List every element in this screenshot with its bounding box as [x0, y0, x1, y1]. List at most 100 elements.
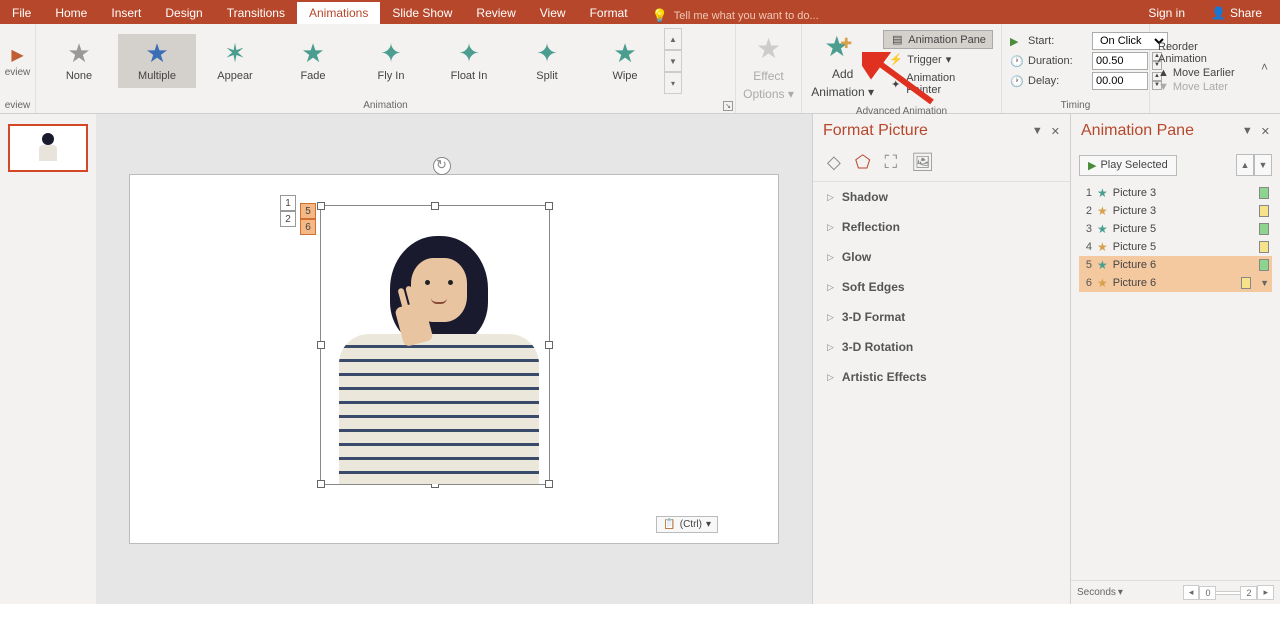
- star-icon: ★: [145, 40, 168, 66]
- panel-options[interactable]: ▼: [1242, 125, 1253, 138]
- picture-icon[interactable]: 🖼: [911, 152, 934, 173]
- star-icon: ✶: [224, 40, 246, 66]
- signin-button[interactable]: Sign in: [1140, 2, 1193, 24]
- delay-icon: 🕐: [1010, 75, 1024, 88]
- preview-button[interactable]: ▶ eview: [0, 45, 36, 78]
- play-selected-button[interactable]: ▶Play Selected: [1079, 155, 1177, 176]
- picture-selection[interactable]: [320, 205, 550, 485]
- tab-transitions[interactable]: Transitions: [215, 2, 297, 24]
- panel-options[interactable]: ▼: [1032, 125, 1043, 138]
- rotate-handle[interactable]: [433, 157, 451, 175]
- anim-list-item[interactable]: 6★Picture 6▼: [1079, 274, 1272, 292]
- resize-handle-mr[interactable]: [545, 341, 553, 349]
- move-earlier-button[interactable]: ▲Move Earlier: [1158, 67, 1245, 79]
- anim-list-item[interactable]: 2★Picture 3: [1079, 202, 1272, 220]
- tl-track: [1216, 591, 1240, 595]
- fmt-shadow[interactable]: ▷Shadow: [813, 182, 1070, 212]
- canvas-area: 12 56 📋 (Ctrl: [96, 114, 812, 604]
- duration-icon: 🕐: [1010, 55, 1024, 68]
- fmt-soft-edges[interactable]: ▷Soft Edges: [813, 272, 1070, 302]
- resize-handle-tr[interactable]: [545, 202, 553, 210]
- tl-two: 2: [1240, 586, 1257, 600]
- ribbon-tabs: File Home Insert Design Transitions Anim…: [0, 0, 1280, 24]
- star-icon: ✦: [380, 40, 402, 66]
- tab-file[interactable]: File: [0, 2, 43, 24]
- gallery-more[interactable]: ▾: [664, 72, 682, 94]
- tell-me-search[interactable]: 💡 Tell me what you want to do...: [652, 8, 819, 24]
- tab-insert[interactable]: Insert: [99, 2, 153, 24]
- tab-review[interactable]: Review: [464, 2, 527, 24]
- animation-pane-button[interactable]: ▤Animation Pane: [883, 30, 993, 49]
- anim-list-item[interactable]: 3★Picture 5: [1079, 220, 1272, 238]
- anim-tag-1[interactable]: 1: [280, 195, 296, 211]
- anim-split[interactable]: ✦Split: [508, 34, 586, 88]
- animation-list: 1★Picture 32★Picture 33★Picture 54★Pictu…: [1071, 182, 1280, 580]
- slide-thumb-1[interactable]: [8, 124, 88, 172]
- resize-handle-bl[interactable]: [317, 480, 325, 488]
- fmt-reflection[interactable]: ▷Reflection: [813, 212, 1070, 242]
- painter-icon: ✦: [889, 78, 902, 91]
- chevron-right-icon: ▷: [827, 252, 834, 263]
- delay-input[interactable]: [1092, 72, 1148, 90]
- tab-animations[interactable]: Animations: [297, 2, 380, 24]
- fmt-glow[interactable]: ▷Glow: [813, 242, 1070, 272]
- add-animation-button[interactable]: ★✚ Add Animation ▾: [806, 30, 879, 99]
- anim-tag-2[interactable]: 2: [280, 211, 296, 227]
- chevron-down-icon[interactable]: ▼: [1260, 278, 1269, 288]
- order-down[interactable]: ▼: [1254, 154, 1272, 176]
- tab-view[interactable]: View: [528, 2, 578, 24]
- anim-list-item[interactable]: 4★Picture 5: [1079, 238, 1272, 256]
- star-icon: ★: [1097, 276, 1108, 290]
- anim-list-item[interactable]: 1★Picture 3: [1079, 184, 1272, 202]
- tab-design[interactable]: Design: [153, 2, 214, 24]
- fmt-artistic[interactable]: ▷Artistic Effects: [813, 362, 1070, 392]
- fmt-3d-rotation[interactable]: ▷3-D Rotation: [813, 332, 1070, 362]
- anim-tag-5[interactable]: 5: [300, 203, 316, 219]
- tl-next[interactable]: ▸: [1257, 585, 1274, 600]
- animation-painter-button[interactable]: ✦Animation Painter: [883, 70, 993, 98]
- resize-handle-br[interactable]: [545, 480, 553, 488]
- tab-home[interactable]: Home: [43, 2, 99, 24]
- anim-floatin[interactable]: ✦Float In: [430, 34, 508, 88]
- gallery-down[interactable]: ▼: [664, 50, 682, 72]
- share-icon: 👤: [1211, 6, 1226, 20]
- star-icon: ★: [613, 40, 636, 66]
- anim-tag-6[interactable]: 6: [300, 219, 316, 235]
- anim-list-item[interactable]: 5★Picture 6: [1079, 256, 1272, 274]
- tab-format[interactable]: Format: [578, 2, 640, 24]
- pane-icon: ▤: [890, 33, 904, 46]
- size-props-icon[interactable]: ⛶: [885, 152, 898, 173]
- share-button[interactable]: 👤 Share: [1203, 2, 1270, 24]
- anim-wipe[interactable]: ★Wipe: [586, 34, 664, 88]
- effects-icon[interactable]: ⬠: [855, 152, 871, 173]
- collapse-ribbon[interactable]: ˄: [1253, 56, 1276, 78]
- resize-handle-tl[interactable]: [317, 202, 325, 210]
- fmt-3d-format[interactable]: ▷3-D Format: [813, 302, 1070, 332]
- reorder-title: Reorder Animation: [1158, 41, 1245, 65]
- animation-launcher[interactable]: ↘: [723, 101, 733, 111]
- resize-handle-ml[interactable]: [317, 341, 325, 349]
- paste-options[interactable]: 📋 (Ctrl) ▾: [656, 516, 718, 533]
- anim-multiple[interactable]: ★Multiple: [118, 34, 196, 88]
- trigger-button[interactable]: ⚡Trigger ▾: [883, 51, 993, 68]
- panel-close[interactable]: ✕: [1051, 125, 1060, 138]
- panel-close[interactable]: ✕: [1261, 125, 1270, 138]
- tl-prev[interactable]: ◂: [1183, 585, 1200, 600]
- order-up[interactable]: ▲: [1236, 154, 1254, 176]
- anim-appear[interactable]: ✶Appear: [196, 34, 274, 88]
- anim-duration-bar: [1259, 241, 1269, 253]
- anim-target-name: Picture 3: [1113, 187, 1254, 199]
- tab-slideshow[interactable]: Slide Show: [380, 2, 464, 24]
- anim-none[interactable]: ★None: [40, 34, 118, 88]
- duration-input[interactable]: [1092, 52, 1148, 70]
- resize-handle-tm[interactable]: [431, 202, 439, 210]
- star-icon: ★: [1097, 240, 1108, 254]
- chevron-down-icon: ▾: [706, 519, 711, 530]
- anim-fade[interactable]: ★Fade: [274, 34, 352, 88]
- timeline-seconds[interactable]: Seconds▾: [1077, 587, 1123, 598]
- fill-line-icon[interactable]: ◇: [827, 152, 841, 173]
- slide-canvas[interactable]: 12 56 📋 (Ctrl: [129, 174, 779, 544]
- anim-flyin[interactable]: ✦Fly In: [352, 34, 430, 88]
- bulb-icon: 💡: [652, 8, 668, 24]
- gallery-up[interactable]: ▲: [664, 28, 682, 50]
